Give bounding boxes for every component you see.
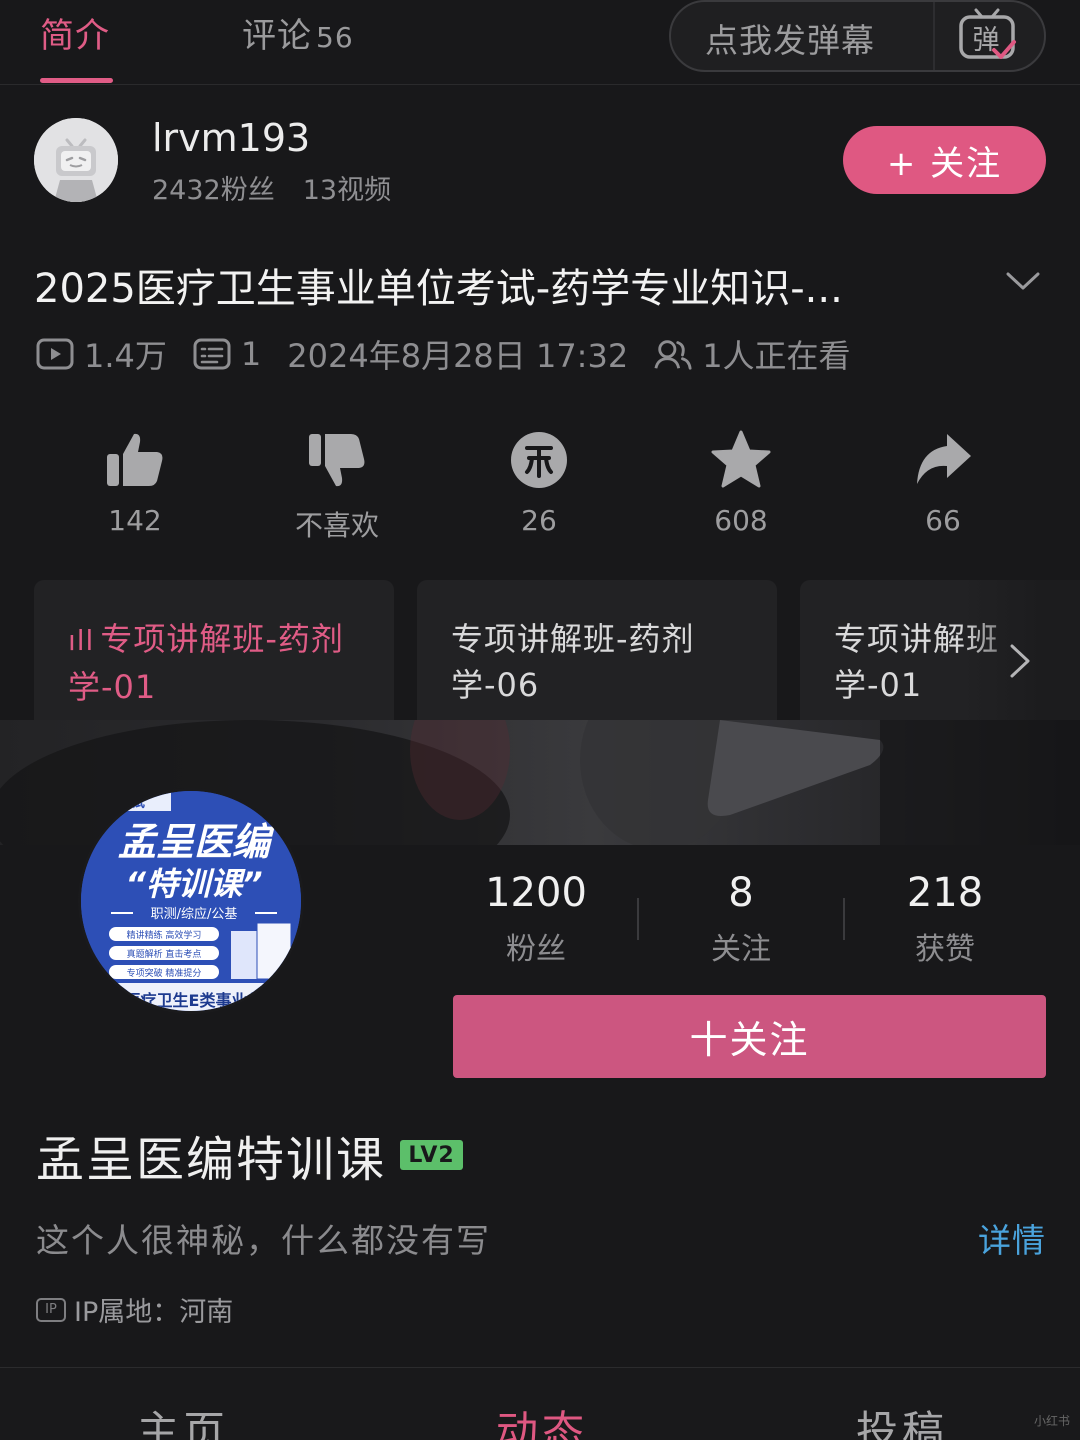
watching-count: 1人正在看	[702, 337, 851, 375]
svg-text:职测/综应/公基: 职测/综应/公基	[151, 906, 238, 922]
episode-card-2[interactable]: 专项讲解班-药剂 学-06	[417, 580, 777, 730]
svg-text:“特训课”: “特训课”	[125, 865, 262, 903]
like-button[interactable]: 142	[65, 428, 205, 537]
follow-channel-button[interactable]: 十关注	[453, 995, 1046, 1078]
tab-home[interactable]: 主页	[137, 1398, 229, 1440]
share-button[interactable]: 66	[873, 428, 1013, 537]
danmaku-placeholder: 点我发弹幕	[705, 21, 875, 60]
tab-comments[interactable]: 评论 56	[242, 8, 354, 57]
stat-followers-label: 粉丝	[506, 932, 566, 967]
favorite-count: 608	[714, 504, 768, 537]
coin-icon	[511, 432, 567, 488]
share-count: 66	[925, 504, 961, 537]
stat-likes[interactable]: 218 获赞	[865, 870, 1025, 968]
stat-divider	[637, 898, 639, 940]
stat-following[interactable]: 8 关注	[661, 870, 821, 968]
episode-card-1-line2: 学-01	[68, 668, 157, 706]
ip-location: IP属地：河南	[74, 1297, 234, 1328]
dislike-label: 不喜欢	[294, 509, 379, 542]
thumbs-up-icon	[107, 433, 163, 486]
chevron-right-icon[interactable]	[1004, 640, 1034, 682]
top-tab-bar: 简介 评论 56 点我发弹幕 弹	[0, 0, 1080, 85]
stat-following-number: 8	[728, 870, 754, 916]
video-title[interactable]: 2025医疗卫生事业单位考试-药学专业知识-...	[34, 256, 954, 314]
svg-text:真题解析 直击考点: 真题解析 直击考点	[127, 948, 202, 960]
danmaku-count: 1	[240, 335, 262, 373]
episode-card-1-line1: ıll 专项讲解班-药剂	[68, 616, 360, 664]
tab-active-indicator	[40, 78, 113, 83]
share-arrow-icon	[917, 434, 971, 484]
danmaku-count-icon	[193, 338, 231, 370]
danmaku-divider	[933, 2, 935, 70]
svg-text:孟呈医编: 孟呈医编	[118, 820, 275, 864]
uploader-stats: 2432粉丝 13视频	[152, 168, 391, 207]
coin-count: 26	[521, 504, 557, 537]
svg-text:医疗卫生E类事业单: 医疗卫生E类事业单	[125, 991, 264, 1010]
view-count: 1.4万	[84, 337, 167, 375]
play-count-icon	[36, 338, 74, 370]
default-tv-avatar-icon	[34, 118, 118, 202]
uploader-avatar[interactable]	[34, 118, 118, 202]
uploader-video-count: 13视频	[302, 175, 392, 206]
stat-likes-label: 获赞	[915, 932, 975, 967]
expand-chevron-icon[interactable]	[1004, 266, 1042, 296]
ip-icon: IP	[36, 1297, 66, 1322]
channel-tab-bar: 主页 动态 投稿	[0, 1367, 1080, 1440]
thumbs-down-icon	[309, 434, 365, 487]
tab-posts[interactable]: 投稿	[856, 1398, 948, 1440]
episode-card-1[interactable]: ıll 专项讲解班-药剂 学-01	[34, 580, 394, 730]
publish-datetime: 2024年8月28日 17:32	[287, 337, 629, 375]
course-logo-image: 考试 孟呈医编 “特训课” 职测/综应/公基 精讲精练 高效学习 真题解析 直击…	[81, 791, 301, 1011]
stat-followers[interactable]: 1200 粉丝	[456, 870, 616, 968]
tab-dynamic[interactable]: 动态	[496, 1398, 588, 1440]
stat-likes-number: 218	[906, 870, 984, 916]
danmaku-toggle-icon[interactable]: 弹	[956, 4, 1018, 66]
tab-comments-count: 56	[316, 21, 354, 54]
channel-bio: 这个人很神秘，什么都没有写	[36, 1221, 491, 1260]
episode-card-2-line1: 专项讲解班-药剂	[451, 620, 695, 658]
video-meta-row: 1.4万 1 2024年8月28日 17:32 1人正在看	[36, 333, 851, 375]
follow-uploader-button[interactable]: + 关注	[843, 126, 1046, 194]
tab-intro[interactable]: 简介	[40, 8, 110, 57]
danmaku-input[interactable]: 点我发弹幕 弹	[669, 0, 1046, 72]
stat-divider	[843, 898, 845, 940]
channel-name: 孟呈医编特训课	[36, 1132, 387, 1188]
watermark: 小红书	[1034, 1414, 1071, 1428]
coin-button[interactable]: 26	[469, 428, 609, 537]
like-count: 142	[108, 504, 162, 537]
dislike-button[interactable]: 不喜欢	[267, 428, 407, 544]
svg-text:专项突破 精准提分: 专项突破 精准提分	[127, 967, 202, 979]
uploader-name[interactable]: lrvm193	[152, 116, 310, 160]
details-link[interactable]: 详情	[978, 1214, 1046, 1262]
stat-followers-number: 1200	[485, 870, 587, 916]
ip-location-row: IP IP属地：河南	[36, 1290, 233, 1329]
star-icon	[711, 430, 771, 488]
tab-comments-label: 评论	[242, 16, 312, 56]
level-badge: LV2	[400, 1140, 463, 1170]
episode-card-2-line2: 学-06	[451, 666, 540, 704]
channel-avatar[interactable]: 考试 孟呈医编 “特训课” 职测/综应/公基 精讲精练 高效学习 真题解析 直击…	[78, 788, 304, 1014]
uploader-followers: 2432粉丝	[152, 175, 275, 206]
episode-card-1-title: 专项讲解班-药剂	[100, 620, 344, 658]
now-playing-icon: ıll	[68, 624, 95, 657]
stat-following-label: 关注	[711, 932, 771, 967]
viewers-icon	[654, 340, 692, 370]
favorite-button[interactable]: 608	[671, 428, 811, 537]
svg-text:精讲精练 高效学习: 精讲精练 高效学习	[127, 929, 202, 941]
